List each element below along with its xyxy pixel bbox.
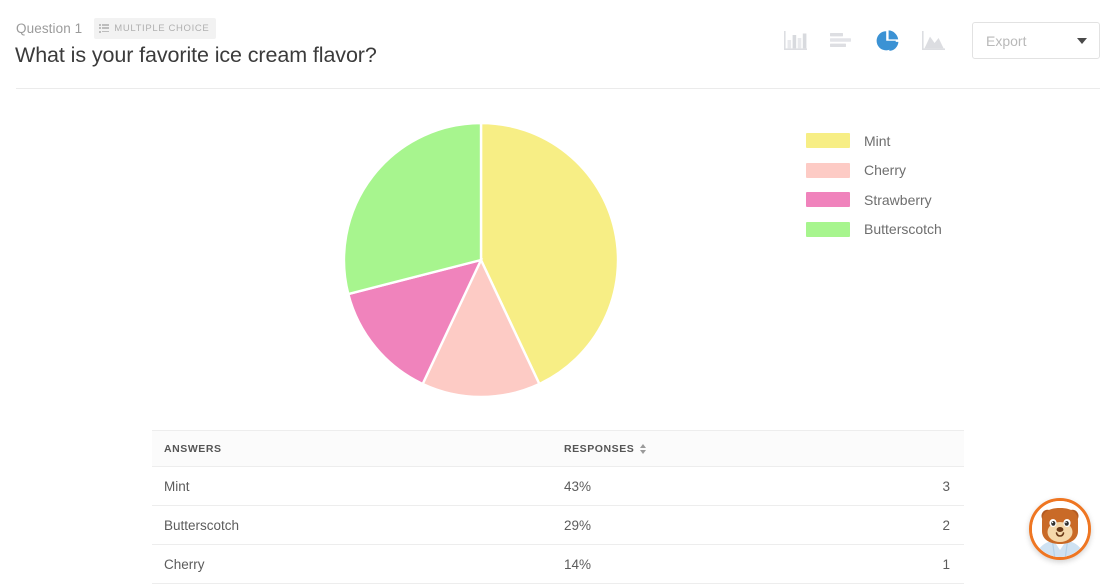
question-type-badge: MULTIPLE CHOICE [94,18,217,39]
question-number: Question 1 [16,21,83,36]
legend-item[interactable]: Mint [806,132,942,149]
chat-widget-button[interactable] [1029,498,1091,560]
table-row: Butterscotch 29% 2 [152,506,964,545]
cell-percent: 29% [564,517,592,533]
list-icon [99,24,110,33]
cell-percent: 43% [564,478,592,494]
legend-item[interactable]: Strawberry [806,191,942,208]
column-chart-button[interactable] [772,23,818,59]
cell-answer: Mint [164,478,190,494]
column-chart-icon [783,30,807,50]
pie-chart [342,121,620,399]
cell-count: 2 [942,517,950,533]
bar-chart-button[interactable] [818,23,864,59]
question-type-label: MULTIPLE CHOICE [114,23,210,34]
cell-count: 1 [942,556,950,572]
legend-label: Cherry [864,162,907,178]
legend-swatch-cherry [806,162,850,178]
table-row: Cherry 14% 1 [152,545,964,584]
question-header: Question 1 MULTIPLE CHOICE What is your … [0,0,1116,89]
legend-swatch-strawberry [806,192,850,207]
chart-area: Mint Cherry Strawberry Butterscotch [0,89,1116,419]
export-dropdown[interactable]: Export [972,22,1100,59]
pie-chart-button[interactable] [864,23,910,59]
legend-label: Mint [864,132,891,149]
bear-mascot-avatar [1032,501,1088,557]
legend-label: Strawberry [864,191,932,208]
question-results-card: Question 1 MULTIPLE CHOICE What is your … [0,0,1116,585]
column-header-answers-label: ANSWERS [164,442,222,455]
legend-item[interactable]: Cherry [806,162,942,179]
chart-legend: Mint Cherry Strawberry Butterscotch [806,132,942,238]
legend-swatch-mint [806,133,850,148]
bar-chart-icon [829,32,851,47]
column-header-responses[interactable]: RESPONSES [564,443,764,455]
cell-count: 3 [942,478,950,494]
export-label: Export [986,32,1027,49]
responses-table: ANSWERS RESPONSES Mint 43% 3 Butterscotc… [152,430,964,584]
legend-item[interactable]: Butterscotch [806,221,942,238]
table-row: Mint 43% 3 [152,467,964,506]
area-chart-button[interactable] [910,23,956,59]
chart-toolbar: Export [772,22,1100,59]
cell-answer: Cherry [164,556,205,572]
cell-percent: 14% [564,556,592,572]
column-header-answers[interactable]: ANSWERS [152,443,564,455]
column-header-responses-label: RESPONSES [564,442,635,455]
pie-chart-icon [876,29,899,51]
page-title: What is your favorite ice cream flavor? [15,43,377,67]
area-chart-icon [921,30,945,50]
legend-swatch-butterscotch [806,221,850,237]
chevron-down-icon [1077,37,1087,44]
pie-chart-svg [342,121,620,399]
legend-label: Butterscotch [864,221,942,237]
cell-answer: Butterscotch [164,517,240,533]
sort-icon[interactable] [640,443,647,455]
question-meta: Question 1 MULTIPLE CHOICE [16,18,217,39]
table-header-row: ANSWERS RESPONSES [152,430,964,467]
